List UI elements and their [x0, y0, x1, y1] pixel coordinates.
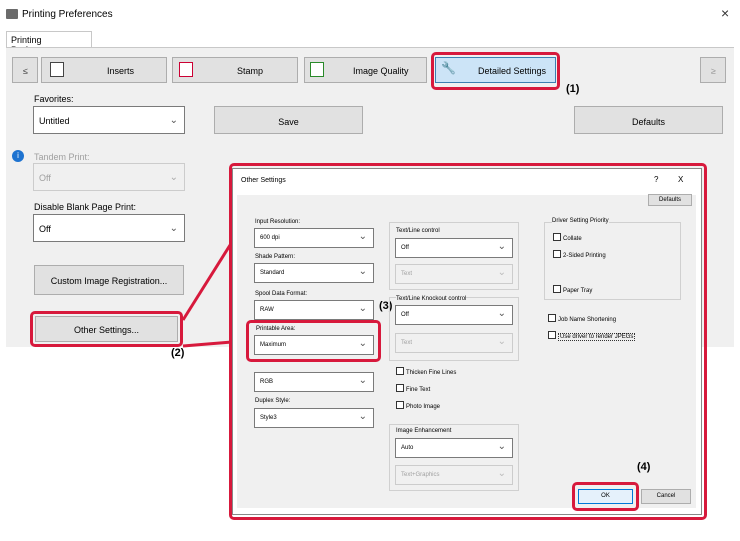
collate-checkbox[interactable]: Collate: [553, 233, 582, 242]
knockout-select[interactable]: Off ⌄: [395, 305, 513, 325]
text-line-sub-select: Text ⌄: [395, 264, 513, 284]
printable-area-select[interactable]: Maximum ⌄: [254, 335, 374, 355]
cancel-button[interactable]: Cancel: [641, 489, 691, 504]
job-name-checkbox[interactable]: Job Name Shortening: [548, 314, 616, 323]
knockout-sub-select: Text ⌄: [395, 333, 513, 353]
paper-tray-checkbox[interactable]: Paper Tray: [553, 285, 592, 294]
printable-area-label: Printable Area:: [256, 326, 296, 332]
dialog-defaults-button[interactable]: Defaults: [648, 194, 692, 206]
text-line-label: Text/Line control: [396, 228, 440, 234]
ok-button[interactable]: OK: [578, 489, 633, 504]
image-enhancement-select[interactable]: Auto ⌄: [395, 438, 513, 458]
driver-priority-label: Driver Setting Priority: [552, 218, 609, 224]
duplex-style-label: Duplex Style:: [255, 398, 291, 404]
dialog-close-icon[interactable]: X: [678, 175, 683, 184]
thicken-checkbox[interactable]: Thicken Fine Lines: [396, 367, 456, 376]
photo-image-checkbox[interactable]: Photo Image: [396, 401, 440, 410]
shade-pattern-label: Shade Pattern:: [255, 254, 296, 260]
knockout-label: Text/Line Knockout control: [396, 296, 467, 302]
spool-format-label: Spool Data Format:: [255, 291, 308, 297]
help-icon[interactable]: ?: [654, 175, 658, 184]
spool-format-select[interactable]: RAW ⌄: [254, 300, 374, 320]
two-sided-checkbox[interactable]: 2-Sided Printing: [553, 250, 606, 259]
input-resolution-label: Input Resolution:: [255, 219, 301, 225]
text-line-select[interactable]: Off ⌄: [395, 238, 513, 258]
color-mode-select[interactable]: RGB ⌄: [254, 372, 374, 392]
fine-text-checkbox[interactable]: Fine Text: [396, 384, 430, 393]
jpeg-render-checkbox[interactable]: Use driver to render JPEGs: [548, 331, 636, 341]
input-resolution-select[interactable]: 600 dpi ⌄: [254, 228, 374, 248]
callout-4: (4): [637, 461, 651, 473]
dialog-title: Other Settings: [241, 177, 286, 184]
duplex-style-select[interactable]: Style3 ⌄: [254, 408, 374, 428]
image-enhancement-label: Image Enhancement: [396, 428, 452, 434]
image-enhancement-sub-select: Text+Graphics ⌄: [395, 465, 513, 485]
shade-pattern-select[interactable]: Standard ⌄: [254, 263, 374, 283]
